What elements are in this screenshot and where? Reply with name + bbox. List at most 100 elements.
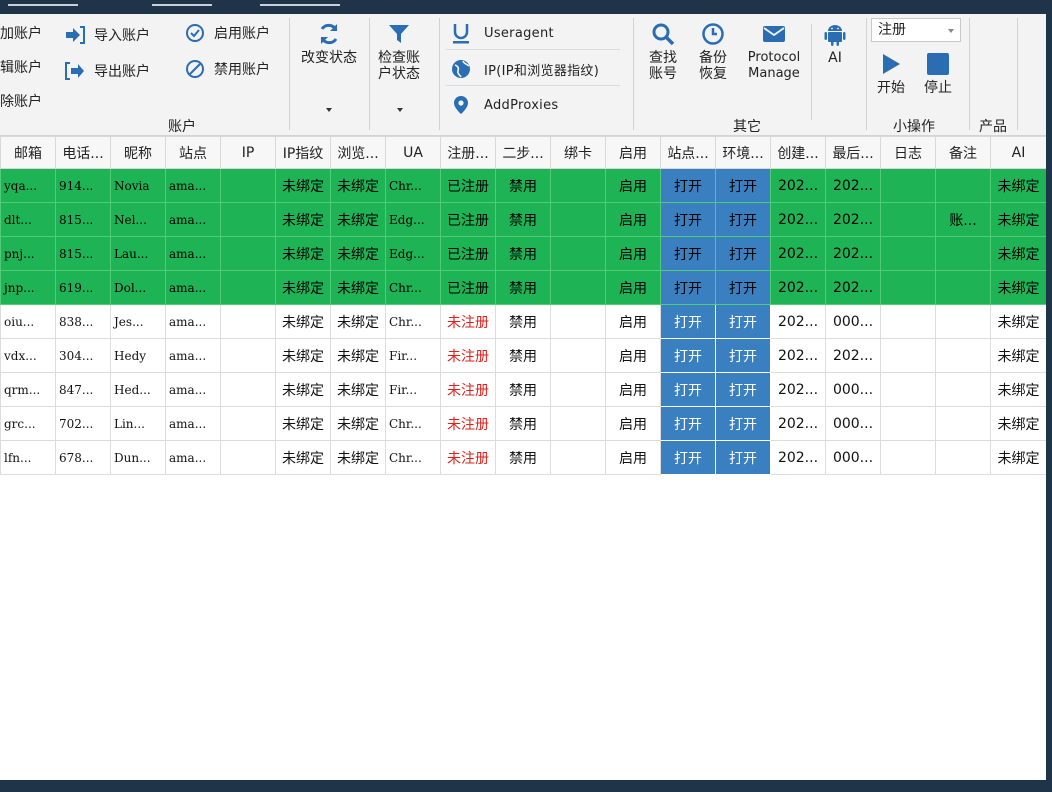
table-cell: 未绑定 bbox=[330, 236, 386, 271]
table-cell bbox=[935, 236, 991, 271]
table-cell: ama... bbox=[165, 338, 221, 373]
add-proxies-button[interactable]: AddProxies bbox=[450, 92, 558, 118]
table-cell: 304... bbox=[55, 338, 111, 373]
column-header[interactable]: 创建... bbox=[770, 136, 826, 169]
delete-account-button[interactable]: 除账户 bbox=[0, 88, 42, 114]
column-header[interactable]: UA bbox=[385, 136, 441, 169]
table-row[interactable]: grc... 702... Lin... ama... 未绑定 未绑定 Chr... 未注册禁… bbox=[0, 406, 1046, 441]
column-header[interactable]: IP指纹 bbox=[275, 136, 331, 169]
delete-account-label: 除账户 bbox=[0, 94, 42, 110]
column-header[interactable]: 环境... bbox=[715, 136, 771, 169]
table-cell bbox=[220, 168, 276, 203]
column-header[interactable]: 日志 bbox=[880, 136, 936, 169]
column-header[interactable]: 备注 bbox=[935, 136, 991, 169]
open-button[interactable]: 打开 bbox=[660, 406, 716, 441]
open-button[interactable]: 打开 bbox=[715, 406, 771, 441]
table-cell: 未绑定 bbox=[990, 270, 1046, 305]
column-header[interactable]: 昵称 bbox=[110, 136, 166, 169]
mode-select[interactable]: 注册 bbox=[871, 18, 961, 42]
open-button[interactable]: 打开 bbox=[715, 236, 771, 271]
table-cell: Jes... bbox=[110, 304, 166, 339]
refresh-icon bbox=[315, 20, 343, 48]
table-cell: oiu... bbox=[0, 304, 56, 339]
edit-account-button[interactable]: 辑账户 bbox=[0, 54, 42, 80]
table-cell: dlt... bbox=[0, 202, 56, 237]
useragent-button[interactable]: Useragent bbox=[450, 20, 554, 46]
column-header[interactable]: 注册... bbox=[440, 136, 496, 169]
column-header[interactable]: 邮箱 bbox=[0, 136, 56, 169]
column-header[interactable]: 站点... bbox=[660, 136, 716, 169]
add-account-button[interactable]: 加账户 bbox=[0, 20, 42, 46]
map-pin-icon bbox=[450, 94, 472, 116]
open-button[interactable]: 打开 bbox=[660, 304, 716, 339]
table-row[interactable]: dlt... 815... Nel... ama... 未绑定 未绑定 Edg... 已注册禁… bbox=[0, 202, 1046, 237]
table-cell bbox=[935, 168, 991, 203]
open-button[interactable]: 打开 bbox=[660, 372, 716, 407]
check-status-dropdown-caret[interactable] bbox=[397, 108, 403, 112]
open-button[interactable]: 打开 bbox=[715, 372, 771, 407]
table-row[interactable]: jnp... 619... Dol... ama... 未绑定 未绑定 Chr... 已注册禁… bbox=[0, 270, 1046, 305]
open-button[interactable]: 打开 bbox=[715, 338, 771, 373]
table-cell: 202... bbox=[770, 168, 826, 203]
divider bbox=[446, 49, 620, 50]
table-row[interactable]: qrm... 847... Hed... ama... 未绑定 未绑定 Fir... 未注册禁… bbox=[0, 372, 1046, 407]
table-row[interactable]: lfn... 678... Dun... ama... 未绑定 未绑定 Chr... 未注册禁… bbox=[0, 440, 1046, 475]
table-cell: 847... bbox=[55, 372, 111, 407]
open-button[interactable]: 打开 bbox=[715, 440, 771, 475]
enable-account-button[interactable]: 启用账户 bbox=[184, 20, 270, 46]
check-status-button[interactable]: 检查账户状态 bbox=[372, 20, 426, 82]
header-row: 邮箱 电话... 昵称 站点 IP IP指纹 浏览... UA 注册... 二步... 绑卡 启用 站点… bbox=[0, 136, 1046, 169]
column-header[interactable]: 浏览... bbox=[330, 136, 386, 169]
column-header[interactable]: 启用 bbox=[605, 136, 661, 169]
open-button[interactable]: 打开 bbox=[660, 338, 716, 373]
table-cell: 202... bbox=[825, 168, 881, 203]
import-account-button[interactable]: 导入账户 bbox=[64, 22, 150, 48]
change-status-dropdown-caret[interactable] bbox=[326, 108, 332, 112]
open-button[interactable]: 打开 bbox=[660, 440, 716, 475]
open-button[interactable]: 打开 bbox=[715, 304, 771, 339]
table-cell bbox=[550, 168, 606, 203]
export-account-button[interactable]: 导出账户 bbox=[64, 58, 150, 84]
open-button[interactable]: 打开 bbox=[660, 236, 716, 271]
column-header[interactable]: 二步... bbox=[495, 136, 551, 169]
table-row[interactable]: pnj... 815... Lau... ama... 未绑定 未绑定 Edg... 已注册禁… bbox=[0, 236, 1046, 271]
table-cell: ama... bbox=[165, 236, 221, 271]
column-header[interactable]: 电话... bbox=[55, 136, 111, 169]
stop-button[interactable]: 停止 bbox=[920, 50, 956, 96]
table-row[interactable]: oiu... 838... Jes... ama... 未绑定 未绑定 Chr... 未注册禁… bbox=[0, 304, 1046, 339]
table-cell: Chr... bbox=[385, 304, 441, 339]
open-button[interactable]: 打开 bbox=[715, 270, 771, 305]
table-row[interactable]: vdx... 304... Hedy ama... 未绑定 未绑定 Fir... 未注册 禁用启… bbox=[0, 338, 1046, 373]
open-button[interactable]: 打开 bbox=[715, 202, 771, 237]
table-cell bbox=[550, 372, 606, 407]
ip-fingerprint-label: IP(IP和浏览器指纹) bbox=[484, 63, 600, 79]
column-header[interactable]: 站点 bbox=[165, 136, 221, 169]
ai-button[interactable]: AI bbox=[819, 20, 851, 66]
start-button[interactable]: 开始 bbox=[873, 50, 909, 96]
open-button[interactable]: 打开 bbox=[660, 270, 716, 305]
column-header[interactable]: 最后... bbox=[825, 136, 881, 169]
table-cell bbox=[220, 406, 276, 441]
add-proxies-label: AddProxies bbox=[484, 97, 559, 113]
table-cell: Hed... bbox=[110, 372, 166, 407]
accounts-table: 邮箱 电话... 昵称 站点 IP IP指纹 浏览... UA 注册... 二步... 绑卡 启用 站点… bbox=[0, 136, 1046, 475]
open-button[interactable]: 打开 bbox=[715, 168, 771, 203]
table-cell: 未绑定 bbox=[275, 236, 331, 271]
table-cell: yqa... bbox=[0, 168, 56, 203]
change-status-button[interactable]: 改变状态 bbox=[294, 20, 364, 66]
backup-restore-button[interactable]: 备份恢复 bbox=[692, 20, 734, 82]
open-button[interactable]: 打开 bbox=[660, 202, 716, 237]
column-header[interactable]: 绑卡 bbox=[550, 136, 606, 169]
open-button[interactable]: 打开 bbox=[660, 168, 716, 203]
chevron-down-icon bbox=[948, 29, 954, 33]
column-header[interactable]: IP bbox=[220, 136, 276, 169]
disable-account-button[interactable]: 禁用账户 bbox=[184, 56, 270, 82]
table-cell bbox=[220, 270, 276, 305]
find-account-button[interactable]: 查找账号 bbox=[641, 20, 685, 82]
window-top-strip bbox=[0, 0, 1052, 14]
column-header[interactable]: AI bbox=[990, 136, 1046, 169]
ip-fingerprint-button[interactable]: IP(IP和浏览器指纹) bbox=[450, 56, 599, 82]
envelope-icon bbox=[760, 20, 788, 48]
table-row[interactable]: yqa... 914... Novia ama... 未绑定 未绑定 Chr... 已注册 禁用… bbox=[0, 168, 1046, 203]
protocol-manage-button[interactable]: Protocol Manage bbox=[739, 20, 809, 82]
